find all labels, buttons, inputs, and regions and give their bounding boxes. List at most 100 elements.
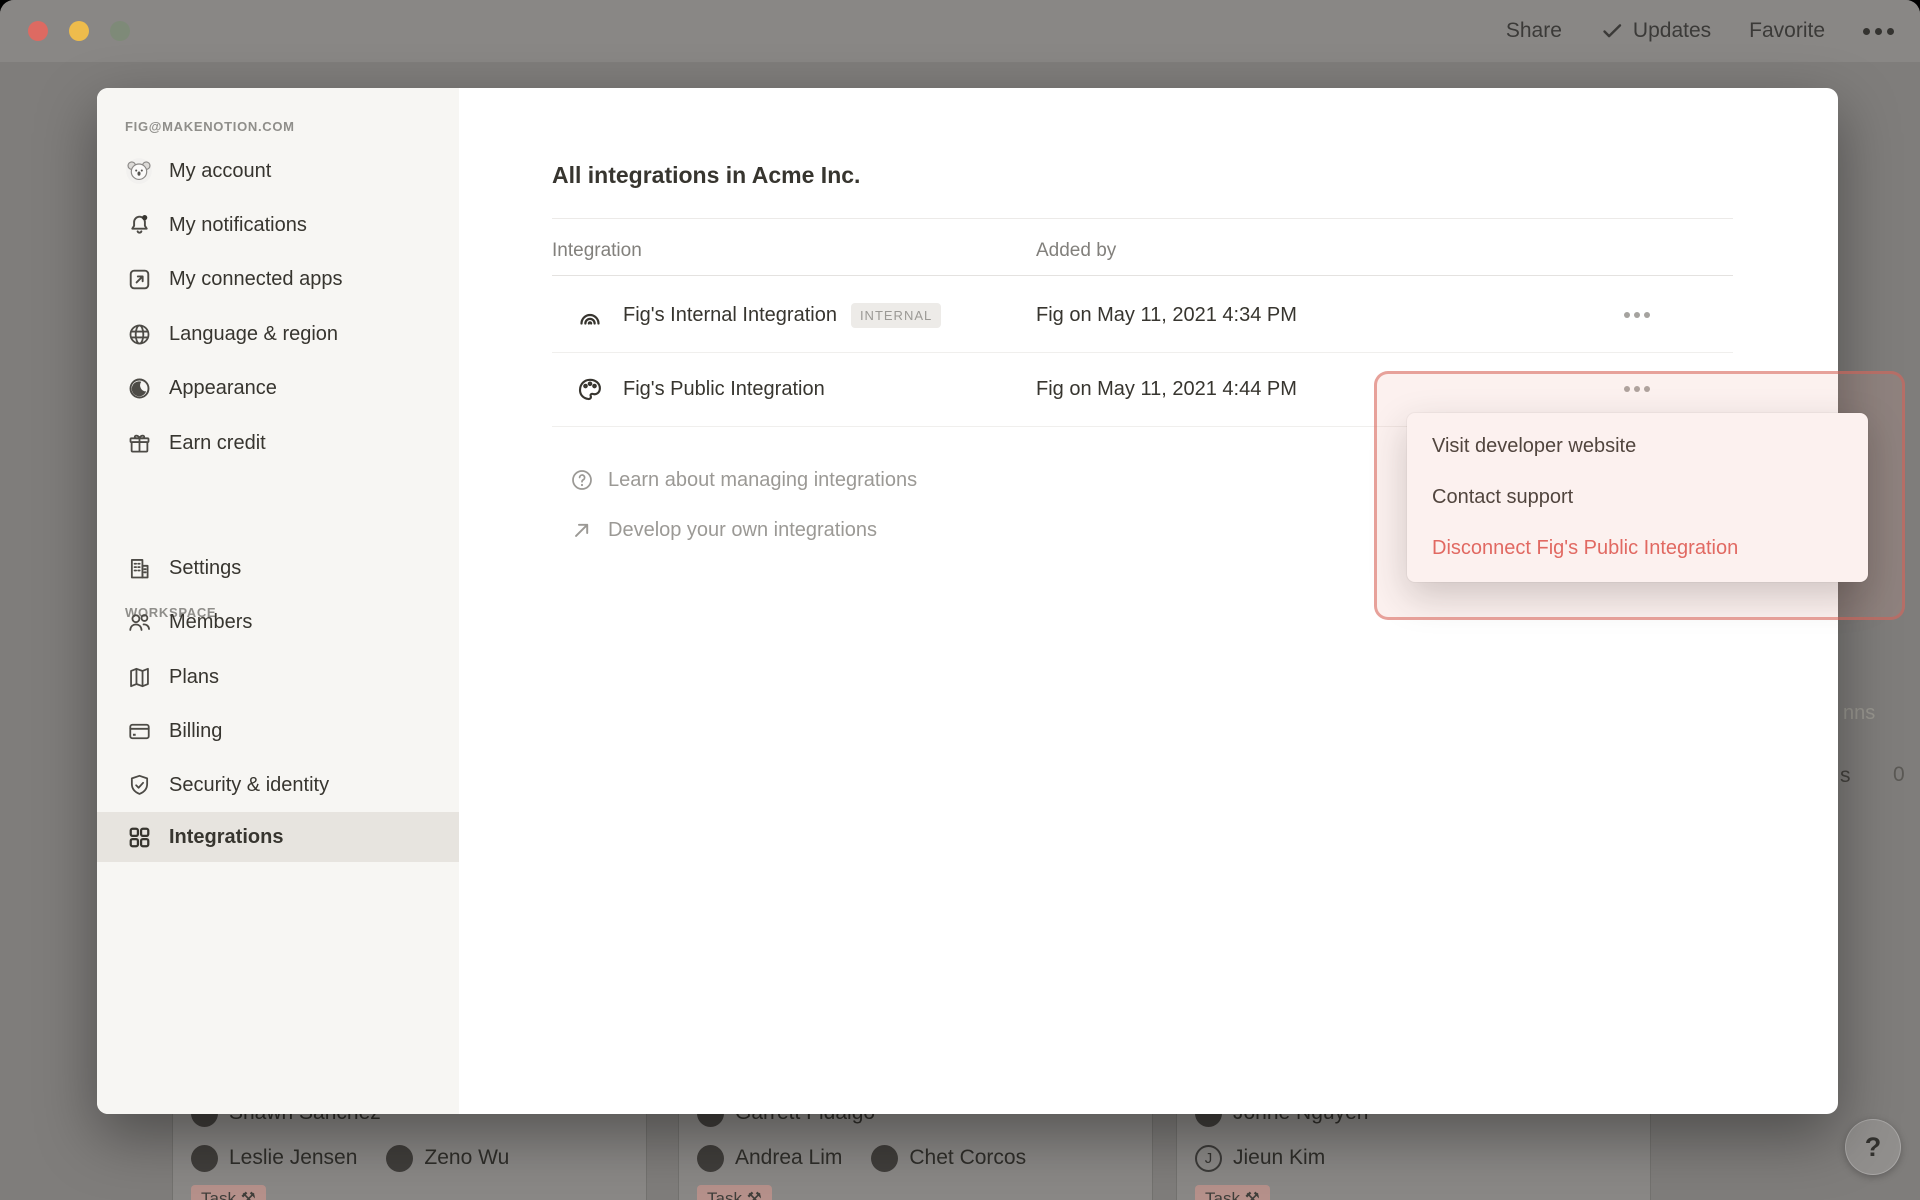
sidebar-item-label: Integrations [169,826,283,849]
page-title: All integrations in Acme Inc. [552,162,860,189]
sidebar-item-label: Settings [169,557,241,580]
zoom-window-button[interactable] [110,21,130,41]
close-window-button[interactable] [28,21,48,41]
account-email-label: FIG@MAKENOTION.COM [125,112,295,140]
avatar [697,1145,724,1172]
integration-context-menu: Visit developer website Contact support … [1407,413,1868,582]
updates-label: Updates [1633,19,1711,43]
sidebar-item-label: Security & identity [169,774,329,797]
task-tag: Task ⚒ [191,1185,266,1200]
moon-circle-icon [125,374,153,402]
added-by-cell: Fig on May 11, 2021 4:34 PM [1036,290,1297,340]
globe-icon [125,320,153,348]
divider [552,352,1733,353]
credit-card-icon [125,717,153,745]
sidebar-item-label: Members [169,611,252,634]
person-name: Andrea Lim [735,1146,842,1170]
app-window: Share Updates Favorite Shawn Sanchez Les… [0,0,1920,1200]
favorite-button[interactable]: Favorite [1749,19,1825,43]
arrow-up-right-icon [569,517,595,543]
sidebar-item-settings[interactable]: Settings [97,541,459,595]
settings-sidebar: FIG@MAKENOTION.COM My account My notific… [97,88,459,1114]
divider [552,218,1733,219]
sidebar-item-integrations[interactable]: Integrations [97,812,459,862]
person-name: Zeno Wu [424,1146,509,1170]
rainbow-arcs-icon [575,300,605,330]
avatar-initial: J [1195,1145,1222,1172]
sidebar-item-my-connected-apps[interactable]: My connected apps [97,252,459,306]
share-button[interactable]: Share [1506,19,1562,43]
develop-integrations-link[interactable]: Develop your own integrations [569,516,877,544]
sidebar-item-plans[interactable]: Plans [97,650,459,704]
favorite-label: Favorite [1749,19,1825,43]
background-text-fragment: 0 [1893,763,1905,787]
avatar [386,1145,413,1172]
task-tag: Task ⚒ [697,1185,772,1200]
learn-integrations-link[interactable]: Learn about managing integrations [569,466,917,494]
row-more-button[interactable] [1612,374,1662,404]
gift-icon [125,429,153,457]
avatar [191,1145,218,1172]
sidebar-item-billing[interactable]: Billing [97,704,459,758]
background-text-fragment: nns [1843,702,1875,725]
internal-badge: INTERNAL [851,303,941,328]
grid-icon [125,823,153,851]
divider [552,275,1733,276]
titlebar-actions: Share Updates Favorite [1506,19,1894,43]
menu-item-disconnect-integration[interactable]: Disconnect Fig's Public Integration [1407,523,1868,574]
person-name: Jieun Kim [1233,1146,1325,1170]
avatar [871,1145,898,1172]
link-label: Learn about managing integrations [608,469,917,492]
sidebar-item-my-notifications[interactable]: My notifications [97,198,459,252]
integration-name: Fig's Public Integration [623,378,825,401]
menu-item-visit-developer-website[interactable]: Visit developer website [1407,421,1868,472]
row-more-button[interactable] [1612,300,1662,330]
person-name: Chet Corcos [909,1146,1026,1170]
integration-row: Fig's Public Integration [575,364,825,414]
help-icon: ? [1865,1132,1882,1163]
palette-icon [575,374,605,404]
sidebar-item-label: My account [169,160,271,183]
share-label: Share [1506,19,1562,43]
column-header-integration: Integration [552,237,642,265]
sidebar-item-label: Earn credit [169,432,266,455]
external-link-box-icon [125,265,153,293]
bell-icon [125,211,153,239]
check-icon [1600,19,1624,43]
window-titlebar: Share Updates Favorite [0,0,1920,62]
integrations-panel: All integrations in Acme Inc. Integratio… [459,88,1838,1114]
sidebar-item-label: Language & region [169,323,338,346]
minimize-window-button[interactable] [69,21,89,41]
column-header-added-by: Added by [1036,237,1116,265]
menu-item-contact-support[interactable]: Contact support [1407,472,1868,523]
sidebar-item-label: Plans [169,666,219,689]
sidebar-item-language-region[interactable]: Language & region [97,307,459,361]
map-icon [125,663,153,691]
settings-modal: FIG@MAKENOTION.COM My account My notific… [97,88,1838,1114]
sidebar-item-members[interactable]: Members [97,595,459,649]
updates-button[interactable]: Updates [1600,19,1711,43]
sidebar-item-label: Billing [169,720,222,743]
traffic-lights [28,21,130,41]
person-name: Leslie Jensen [229,1146,357,1170]
help-circle-icon [569,467,595,493]
help-button[interactable]: ? [1845,1119,1901,1175]
integration-row: Fig's Internal Integration INTERNAL [575,290,941,340]
link-label: Develop your own integrations [608,519,877,542]
sidebar-item-label: My notifications [169,214,307,237]
sidebar-item-my-account[interactable]: My account [97,144,459,198]
members-icon [125,608,153,636]
window-more-button[interactable] [1863,28,1894,35]
shield-check-icon [125,771,153,799]
integration-name: Fig's Internal Integration [623,304,837,327]
sidebar-item-earn-credit[interactable]: Earn credit [97,416,459,470]
sidebar-item-appearance[interactable]: Appearance [97,361,459,415]
sidebar-item-label: My connected apps [169,268,342,291]
sidebar-item-label: Appearance [169,377,277,400]
task-tag: Task ⚒ [1195,1185,1270,1200]
sidebar-item-security-identity[interactable]: Security & identity [97,758,459,812]
background-text-fragment: s [1840,764,1851,788]
added-by-cell: Fig on May 11, 2021 4:44 PM [1036,364,1297,414]
building-icon [125,554,153,582]
koala-avatar-icon [125,157,153,185]
